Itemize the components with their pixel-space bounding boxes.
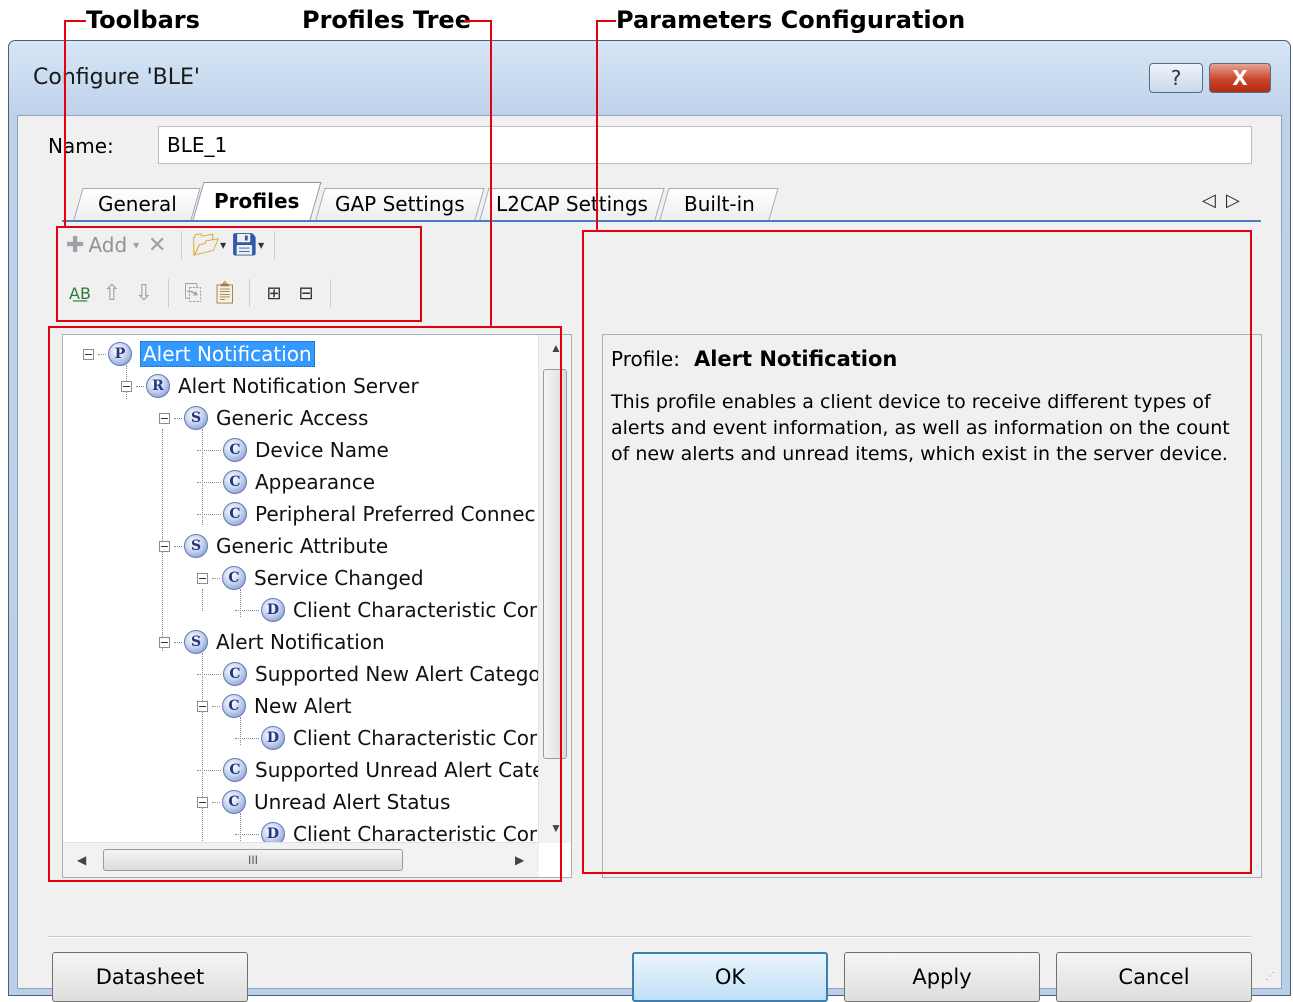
toolbars-callout: Toolbars [86, 6, 200, 34]
datasheet-button[interactable]: Datasheet [52, 952, 248, 1002]
tab-l2cap-settings-label: L2CAP Settings [496, 192, 648, 216]
tab-profiles-label: Profiles [214, 189, 300, 213]
window-title: Configure 'BLE' [33, 65, 200, 90]
tab-built-in[interactable]: Built-in [659, 188, 779, 220]
toolbars-connector-v [64, 20, 66, 226]
tab-general-label: General [97, 192, 177, 216]
cancel-button[interactable]: Cancel [1056, 952, 1252, 1002]
title-bar: Configure 'BLE' ? X [9, 41, 1290, 115]
close-button[interactable]: X [1209, 63, 1271, 93]
tab-gap-settings-label: GAP Settings [335, 192, 465, 216]
profiles-tree-callout: Profiles Tree [302, 6, 471, 34]
tab-general[interactable]: General [73, 188, 201, 220]
parameters-connector-h [596, 20, 616, 22]
tab-built-in-label: Built-in [683, 192, 755, 216]
tab-scroll-left-icon[interactable]: ◁ [1202, 190, 1216, 211]
tab-strip: General Profiles GAP Settings L2CAP Sett… [18, 182, 1283, 222]
tab-profiles[interactable]: Profiles [192, 182, 322, 220]
profiles-tree-connector-h [464, 20, 492, 22]
tab-l2cap-settings[interactable]: L2CAP Settings [479, 188, 665, 220]
ok-button[interactable]: OK [632, 952, 828, 1002]
profiles-tree-connector-v [490, 20, 492, 326]
tab-gap-settings[interactable]: GAP Settings [315, 188, 485, 220]
parameters-connector-v [596, 20, 598, 230]
toolbars-connector-h [64, 20, 86, 22]
parameters-highlight [582, 230, 1252, 874]
apply-button[interactable]: Apply [844, 952, 1040, 1002]
resize-grip-icon[interactable]: ⋰ [1265, 971, 1275, 982]
button-separator [48, 936, 1251, 937]
parameters-configuration-callout: Parameters Configuration [616, 6, 966, 34]
name-label: Name: [48, 134, 114, 158]
profiles-tree-highlight [48, 326, 562, 882]
help-button[interactable]: ? [1149, 63, 1203, 93]
toolbars-highlight [56, 226, 422, 322]
tab-scroll-right-icon[interactable]: ▷ [1226, 190, 1240, 211]
name-input[interactable]: BLE_1 [158, 126, 1252, 164]
